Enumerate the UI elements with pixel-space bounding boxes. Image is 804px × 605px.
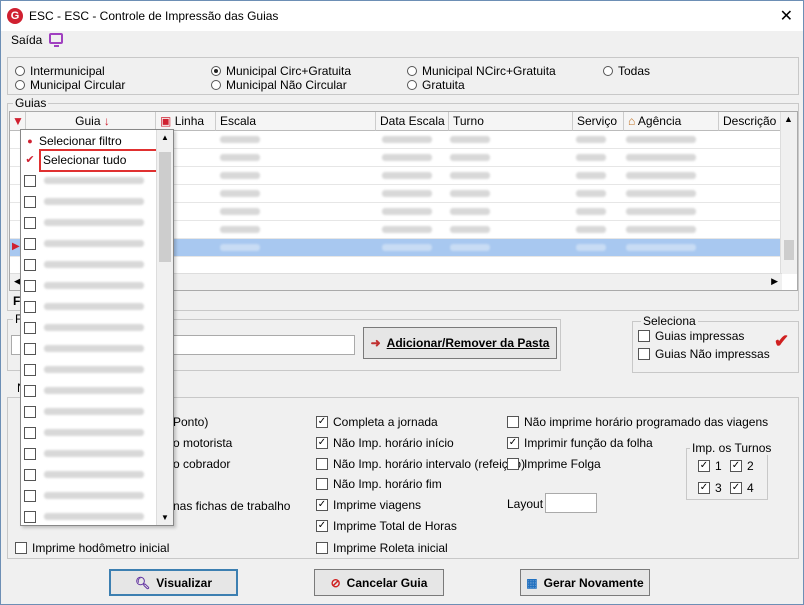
list-item[interactable]	[21, 191, 156, 212]
list-item[interactable]	[21, 170, 156, 191]
radio-intermunicipal[interactable]: Intermunicipal	[15, 64, 105, 78]
list-item[interactable]	[21, 485, 156, 506]
window-title: ESC - ESC - Controle de Impressão das Gu…	[29, 9, 279, 23]
menu-bar: Saída	[1, 31, 803, 51]
nao-imp-intervalo-checkbox[interactable]: Não Imp. horário intervalo (refeição)	[316, 457, 525, 471]
app-logo-icon: G	[7, 8, 23, 24]
list-item[interactable]	[21, 506, 156, 525]
title-bar: G ESC - ESC - Controle de Impressão das …	[1, 1, 803, 31]
nao-imp-fim-checkbox[interactable]: Não Imp. horário fim	[316, 477, 442, 491]
layout-label: Layout	[507, 497, 544, 511]
completa-jornada-checkbox[interactable]: ✓ Completa a jornada	[316, 415, 438, 429]
layout-input[interactable]	[545, 493, 597, 513]
list-item[interactable]	[21, 275, 156, 296]
list-item[interactable]	[21, 254, 156, 275]
menu-saida[interactable]: Saída	[11, 33, 42, 47]
sort-icon: ↓	[103, 114, 110, 128]
list-item[interactable]	[21, 464, 156, 485]
turno-4-checkbox[interactable]: ✓ 4	[730, 481, 754, 495]
nao-imp-inicio-checkbox[interactable]: ✓ Não Imp. horário início	[316, 436, 454, 450]
dropdown-item-selecionar-filtro[interactable]: ● Selecionar filtro	[21, 130, 156, 151]
list-item[interactable]	[21, 380, 156, 401]
turno-2-checkbox[interactable]: ✓ 2	[730, 459, 754, 473]
guia-filter-dropdown[interactable]: ● Selecionar filtro ✔ Selecionar tudo ▲ …	[20, 129, 174, 526]
radio-mun-circ-gratuita[interactable]: Municipal Circ+Gratuita	[211, 64, 351, 78]
close-icon[interactable]: ✕	[780, 6, 793, 26]
guias-group-title: Guias	[13, 96, 49, 110]
house-icon: ⌂	[628, 114, 636, 128]
imprime-folga-checkbox[interactable]: Imprime Folga	[507, 457, 601, 471]
opt-fichas[interactable]: nas fichas de trabalho	[173, 499, 290, 513]
folder-add-icon: ➜	[370, 336, 381, 350]
list-item[interactable]	[21, 338, 156, 359]
opt-motorista[interactable]: o motorista	[173, 436, 232, 450]
imprime-total-horas-checkbox[interactable]: ✓ Imprime Total de Horas	[316, 519, 457, 533]
nao-imprime-programado-checkbox[interactable]: Não imprime horário programado das viage…	[507, 415, 768, 429]
visualizar-button[interactable]: 🔍︎ Visualizar	[109, 569, 238, 596]
list-item[interactable]	[21, 233, 156, 254]
main-window: G ESC - ESC - Controle de Impressão das …	[0, 0, 804, 605]
opt-cobrador[interactable]: o cobrador	[173, 457, 230, 471]
list-item[interactable]	[21, 359, 156, 380]
grid-icon: ▦	[526, 575, 538, 590]
list-item[interactable]	[21, 443, 156, 464]
list-item[interactable]	[21, 212, 156, 233]
guias-impressas-checkbox[interactable]: Guias impressas	[638, 329, 744, 343]
radio-todas[interactable]: Todas	[603, 64, 650, 78]
monitor-icon[interactable]	[49, 33, 63, 47]
col-servico[interactable]: Serviço	[573, 112, 624, 131]
gerar-novamente-button[interactable]: ▦ Gerar Novamente	[520, 569, 650, 596]
imprime-viagens-checkbox[interactable]: ✓ Imprime viagens	[316, 498, 421, 512]
list-item[interactable]	[21, 401, 156, 422]
list-item[interactable]	[21, 317, 156, 338]
radio-municipal-circular[interactable]: Municipal Circular	[15, 78, 125, 92]
opt-ponto[interactable]: Ponto)	[173, 415, 208, 429]
radio-gratuita[interactable]: Gratuita	[407, 78, 465, 92]
radio-mun-ncirc-gratuita[interactable]: Municipal NCirc+Gratuita	[407, 64, 556, 78]
dropdown-scrollbar[interactable]: ▲ ▼	[156, 130, 173, 525]
search-icon: 🔍︎	[134, 575, 151, 590]
list-item[interactable]	[21, 296, 156, 317]
col-data-escala[interactable]: Data Escala	[376, 112, 449, 131]
imprime-roleta-checkbox[interactable]: Imprime Roleta inicial	[316, 541, 448, 555]
adicionar-remover-button[interactable]: ➜ Adicionar/Remover da Pasta	[363, 327, 557, 359]
bus-icon: ▣	[160, 114, 172, 128]
cancelar-guia-button[interactable]: ⊘ Cancelar Guia	[314, 569, 444, 596]
turnos-group-title: Imp. os Turnos	[690, 441, 774, 455]
cancel-icon: ⊘	[330, 575, 341, 590]
check-icon: ✔	[25, 154, 35, 166]
tipo-group	[7, 57, 799, 95]
turno-3-checkbox[interactable]: ✓ 3	[698, 481, 722, 495]
turno-1-checkbox[interactable]: ✓ 1	[698, 459, 722, 473]
col-descricao[interactable]: Descrição d	[719, 112, 782, 131]
row-pointer-icon: ▶	[12, 241, 20, 252]
checkmark-icon[interactable]: ✔	[774, 331, 789, 352]
highlight-box	[39, 149, 159, 172]
col-turno[interactable]: Turno	[449, 112, 573, 131]
col-agencia[interactable]: ⌂ Agência	[624, 112, 719, 131]
col-escala[interactable]: Escala	[216, 112, 376, 131]
grid-vertical-scrollbar[interactable]: ▲	[780, 112, 797, 274]
imprimir-funcao-checkbox[interactable]: ✓ Imprimir função da folha	[507, 436, 653, 450]
guias-nao-impressas-checkbox[interactable]: Guias Não impressas	[638, 347, 770, 361]
radio-mun-nao-circular[interactable]: Municipal Não Circular	[211, 78, 347, 92]
list-item[interactable]	[21, 422, 156, 443]
bullet-icon: ●	[27, 135, 33, 146]
imprime-hodometro-checkbox[interactable]: Imprime hodômetro inicial	[15, 541, 169, 555]
seleciona-group-title: Seleciona	[641, 314, 698, 328]
